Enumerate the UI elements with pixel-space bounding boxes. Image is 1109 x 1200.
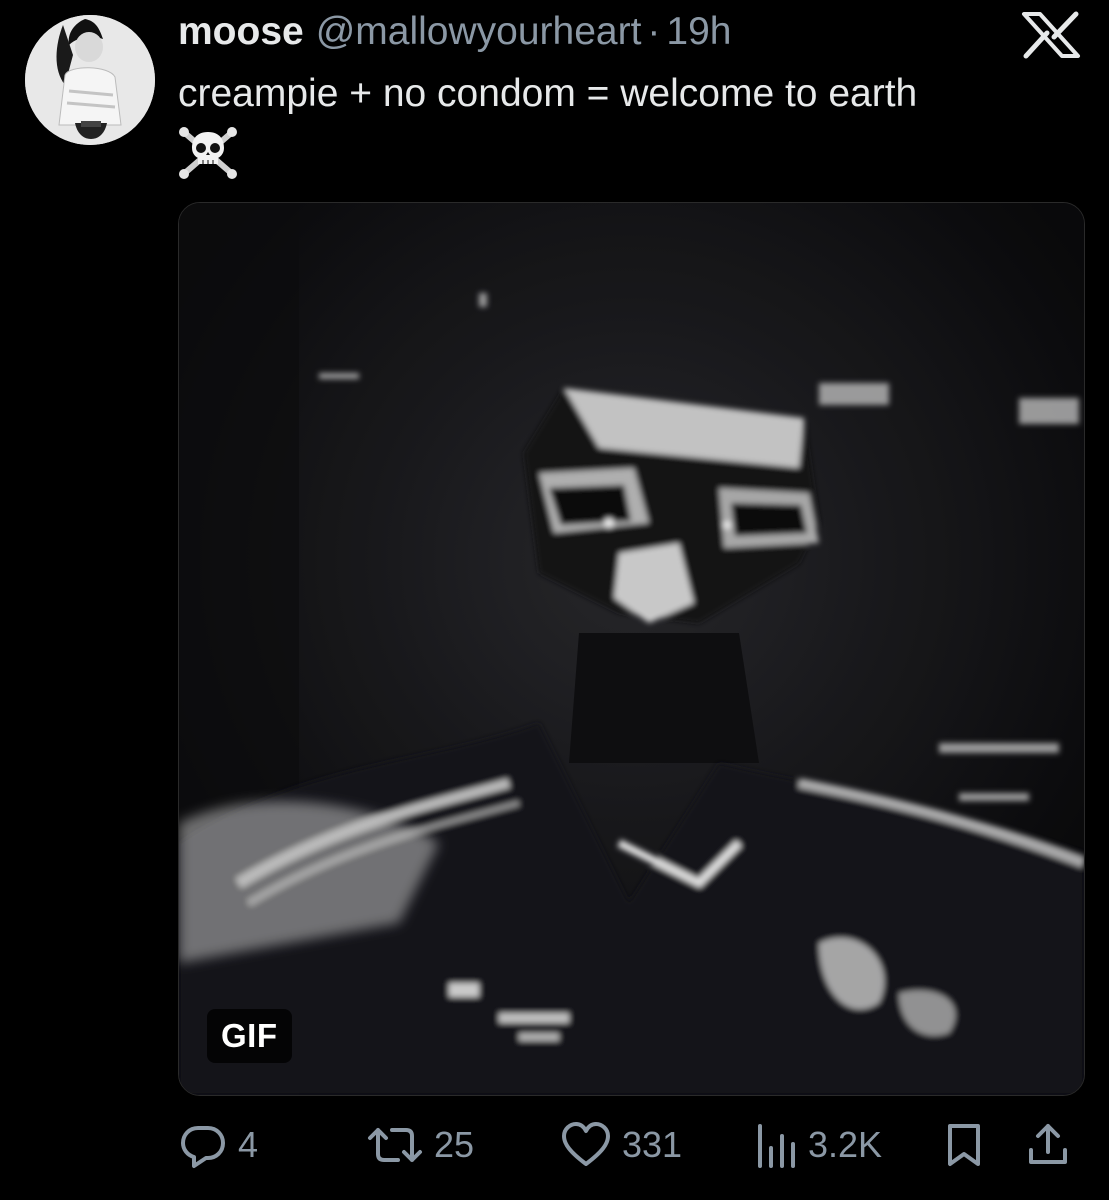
repost-icon <box>368 1128 422 1162</box>
share-icon <box>1029 1124 1067 1164</box>
reply-count: 4 <box>238 1124 259 1165</box>
heart-icon <box>562 1122 610 1166</box>
display-name[interactable]: moose <box>178 10 304 54</box>
separator-dot: · <box>647 10 661 53</box>
user-handle[interactable]: @mallowyourheart <box>316 10 642 54</box>
tweet-text: creampie + no condom = welcome to earth <box>178 72 918 115</box>
skull-and-crossbones-icon <box>178 124 238 180</box>
gif-media[interactable]: GIF <box>178 202 1085 1096</box>
action-bar: 4 25 331 3.2K <box>178 1115 1083 1175</box>
avatar-image <box>25 15 155 145</box>
views-icon <box>758 1124 795 1168</box>
gif-frame <box>179 203 1084 1095</box>
tweet-card: moose @mallowyourheart · 19h creampie + … <box>0 0 1109 1200</box>
gif-badge: GIF <box>207 1009 292 1063</box>
like-button[interactable]: 331 <box>560 1115 682 1175</box>
share-button[interactable] <box>1023 1115 1083 1175</box>
reply-button[interactable]: 4 <box>178 1115 258 1175</box>
views-button[interactable]: 3.2K <box>754 1115 882 1175</box>
x-logo-icon[interactable] <box>1020 10 1082 60</box>
reply-icon <box>181 1126 225 1168</box>
tweet-header: moose @mallowyourheart · 19h <box>178 10 732 60</box>
repost-button[interactable]: 25 <box>366 1115 474 1175</box>
like-count: 331 <box>622 1124 683 1165</box>
timestamp[interactable]: 19h <box>666 10 731 54</box>
repost-count: 25 <box>434 1124 475 1165</box>
avatar[interactable] <box>25 15 155 145</box>
views-count: 3.2K <box>808 1124 883 1165</box>
bookmark-icon <box>948 1124 980 1166</box>
bookmark-button[interactable] <box>942 1115 996 1175</box>
